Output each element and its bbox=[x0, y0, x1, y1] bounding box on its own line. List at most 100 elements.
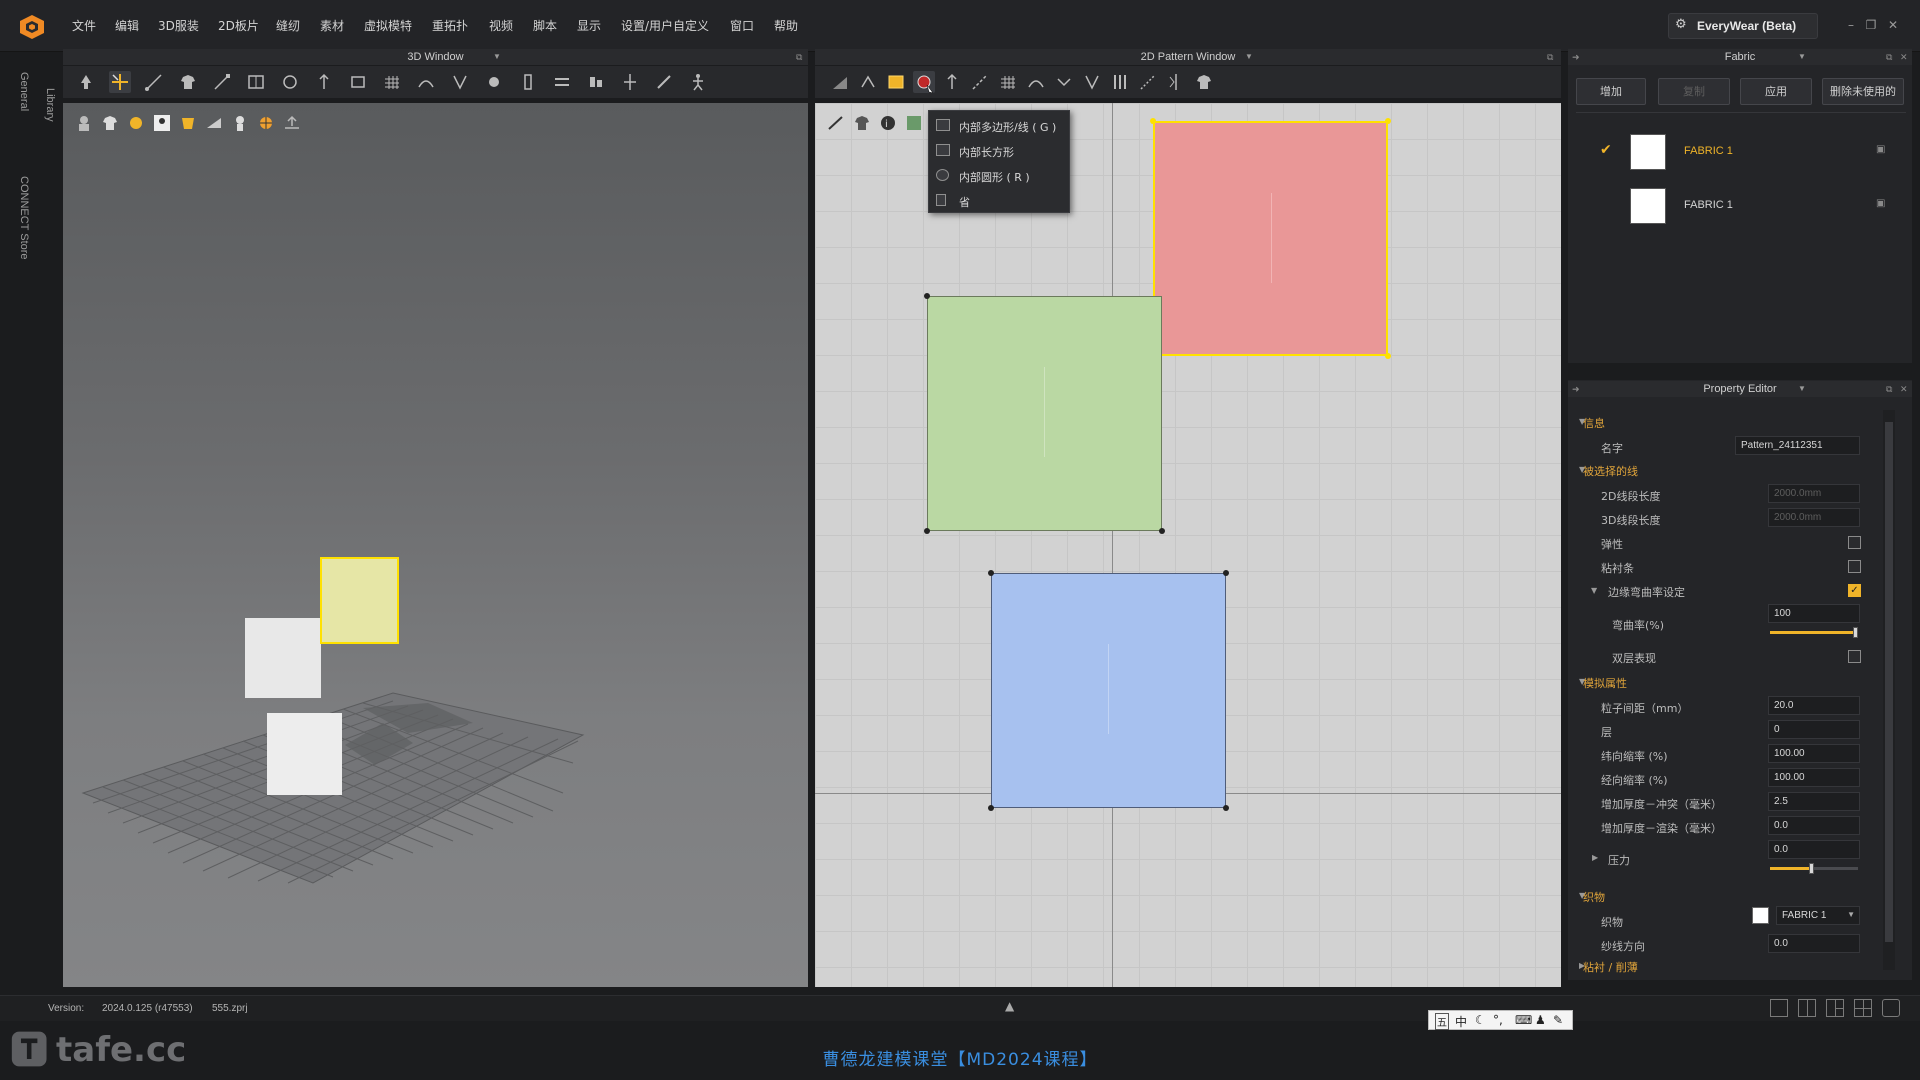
vertex[interactable] bbox=[1159, 528, 1165, 534]
pin-tool-icon[interactable] bbox=[313, 71, 335, 93]
undock-icon[interactable]: ⧉ bbox=[796, 49, 802, 65]
scrollbar-thumb[interactable] bbox=[1885, 422, 1893, 942]
tab-library[interactable]: Library bbox=[44, 88, 56, 122]
zipper-tool-icon[interactable] bbox=[517, 71, 539, 93]
grid-tool-icon[interactable] bbox=[381, 71, 403, 93]
vertex[interactable] bbox=[988, 805, 994, 811]
pin-icon[interactable]: ➜ bbox=[1572, 49, 1580, 65]
transform-pattern-icon[interactable] bbox=[829, 71, 851, 93]
vertex[interactable] bbox=[988, 570, 994, 576]
garment-tool-icon[interactable] bbox=[177, 71, 199, 93]
dashed-line-icon[interactable] bbox=[969, 71, 991, 93]
menu-3d-garment[interactable]: 3D服装 bbox=[158, 17, 199, 34]
measure-tool-icon[interactable] bbox=[1137, 71, 1159, 93]
move-tool-icon[interactable] bbox=[75, 71, 97, 93]
vertex[interactable] bbox=[1223, 805, 1229, 811]
edit-line-tool-icon[interactable] bbox=[143, 71, 165, 93]
menu-help[interactable]: 帮助 bbox=[774, 17, 798, 34]
vertex[interactable] bbox=[1385, 353, 1391, 359]
thick-render-field[interactable]: 0.0 bbox=[1768, 816, 1860, 835]
layer-field[interactable]: 0 bbox=[1768, 720, 1860, 739]
avatar-pose-tool-icon[interactable] bbox=[687, 71, 709, 93]
grain-field[interactable]: 0.0 bbox=[1768, 934, 1860, 953]
trace-tool-icon[interactable] bbox=[415, 71, 437, 93]
edition-selector[interactable]: EveryWear (Beta) bbox=[1668, 13, 1818, 39]
weft-field[interactable]: 100.00 bbox=[1768, 744, 1860, 763]
polygon-tool-icon[interactable] bbox=[885, 71, 907, 93]
edit-pattern-icon[interactable] bbox=[857, 71, 879, 93]
layout-split-icon[interactable] bbox=[1798, 999, 1816, 1017]
chevron-down-icon[interactable]: ▼ bbox=[1245, 49, 1253, 65]
viewport-2d[interactable] bbox=[815, 103, 1561, 987]
fabric-display-icon[interactable] bbox=[177, 112, 199, 134]
elastic-checkbox[interactable] bbox=[1848, 536, 1861, 549]
menu-file[interactable]: 文件 bbox=[72, 17, 96, 34]
info-icon[interactable]: i bbox=[877, 112, 899, 134]
menu-retopology[interactable]: 重拓扑 bbox=[432, 17, 468, 34]
expand-icon[interactable]: ▶ bbox=[1592, 853, 1598, 862]
menu-settings[interactable]: 设置/用户自定义 bbox=[621, 17, 709, 34]
section-fabric[interactable]: 织物 bbox=[1583, 889, 1605, 905]
menu-sewing[interactable]: 缝纫 bbox=[276, 17, 300, 34]
sewing-tool-icon[interactable] bbox=[347, 71, 369, 93]
section-info[interactable]: 信息 bbox=[1583, 415, 1605, 431]
fabric-option-icon[interactable]: ▣ bbox=[1876, 144, 1885, 155]
seam-tool-icon[interactable] bbox=[1081, 71, 1103, 93]
button-tool-icon[interactable] bbox=[483, 71, 505, 93]
slider-knob[interactable] bbox=[1853, 627, 1858, 638]
export-icon[interactable] bbox=[281, 112, 303, 134]
pressure-slider[interactable] bbox=[1770, 863, 1858, 874]
fabric-option-icon[interactable]: ▣ bbox=[1876, 198, 1885, 209]
avatar-silhouette-icon[interactable] bbox=[151, 112, 173, 134]
layout-quad-icon[interactable] bbox=[1854, 999, 1872, 1017]
t-shirt-icon[interactable] bbox=[1193, 71, 1215, 93]
internal-line-icon[interactable] bbox=[941, 71, 963, 93]
chevron-down-icon[interactable]: ▼ bbox=[493, 49, 501, 65]
section-selected-line[interactable]: 被选择的线 bbox=[1583, 463, 1638, 479]
tape-tool-icon[interactable] bbox=[551, 71, 573, 93]
close-icon[interactable]: ✕ bbox=[1900, 381, 1908, 397]
align-tool-icon[interactable] bbox=[619, 71, 641, 93]
copy-fabric-button[interactable]: 复制 bbox=[1658, 78, 1730, 105]
avatar-display-icon[interactable] bbox=[73, 112, 95, 134]
menu-internal-polygon[interactable]: 内部多边形/线 ( G ) bbox=[929, 113, 1071, 138]
globe-icon[interactable] bbox=[255, 112, 277, 134]
app-logo-icon[interactable] bbox=[18, 13, 46, 41]
menu-avatar[interactable]: 虚拟模特 bbox=[364, 17, 412, 34]
section-simulation[interactable]: 模拟属性 bbox=[1583, 675, 1627, 691]
grid-tool-icon[interactable] bbox=[997, 71, 1019, 93]
trace-tool-icon[interactable] bbox=[1053, 71, 1075, 93]
symmetry-tool-icon[interactable] bbox=[1165, 71, 1187, 93]
chevron-down-icon[interactable]: ▼ bbox=[1798, 381, 1806, 397]
menu-script[interactable]: 脚本 bbox=[533, 17, 557, 34]
menu-materials[interactable]: 素材 bbox=[320, 17, 344, 34]
collapse-icon[interactable]: ▼ bbox=[1591, 586, 1597, 595]
texture-display-icon[interactable] bbox=[125, 112, 147, 134]
keyboard-icon[interactable]: ⌨ bbox=[1515, 1013, 1532, 1027]
warp-field[interactable]: 100.00 bbox=[1768, 768, 1860, 787]
curve-tool-icon[interactable] bbox=[1025, 71, 1047, 93]
undock-icon[interactable]: ⧉ bbox=[1886, 381, 1892, 397]
vertex[interactable] bbox=[924, 528, 930, 534]
seam-tool-icon[interactable] bbox=[449, 71, 471, 93]
tab-general[interactable]: General bbox=[18, 72, 30, 111]
punctuation-icon[interactable]: °, bbox=[1493, 1013, 1503, 1027]
tape-tool-icon[interactable] bbox=[1109, 71, 1131, 93]
pattern-green[interactable] bbox=[927, 296, 1162, 531]
measure-tool-icon[interactable] bbox=[211, 71, 233, 93]
garment-view-icon[interactable] bbox=[851, 112, 873, 134]
chevron-down-icon[interactable]: ▼ bbox=[1798, 49, 1806, 65]
thick-collide-field[interactable]: 2.5 bbox=[1768, 792, 1860, 811]
add-fabric-button[interactable]: 增加 bbox=[1576, 78, 1646, 105]
person-icon[interactable] bbox=[229, 112, 251, 134]
texture-view-icon[interactable] bbox=[903, 112, 925, 134]
section-bond[interactable]: 粘衬 / 削薄 bbox=[1583, 959, 1638, 975]
pattern-red-selected[interactable] bbox=[1153, 121, 1388, 356]
menu-internal-rectangle[interactable]: 内部长方形 bbox=[929, 138, 1071, 163]
fabric-list-item[interactable]: FABRIC 1 ▣ bbox=[1578, 182, 1908, 228]
fabric-list-item[interactable]: ✔ FABRIC 1 ▣ bbox=[1578, 128, 1908, 174]
tab-connect-store[interactable]: CONNECT Store bbox=[18, 176, 30, 260]
vertex[interactable] bbox=[1223, 570, 1229, 576]
t-shirt-icon[interactable] bbox=[99, 112, 121, 134]
select-move-tool-icon[interactable] bbox=[109, 71, 131, 93]
